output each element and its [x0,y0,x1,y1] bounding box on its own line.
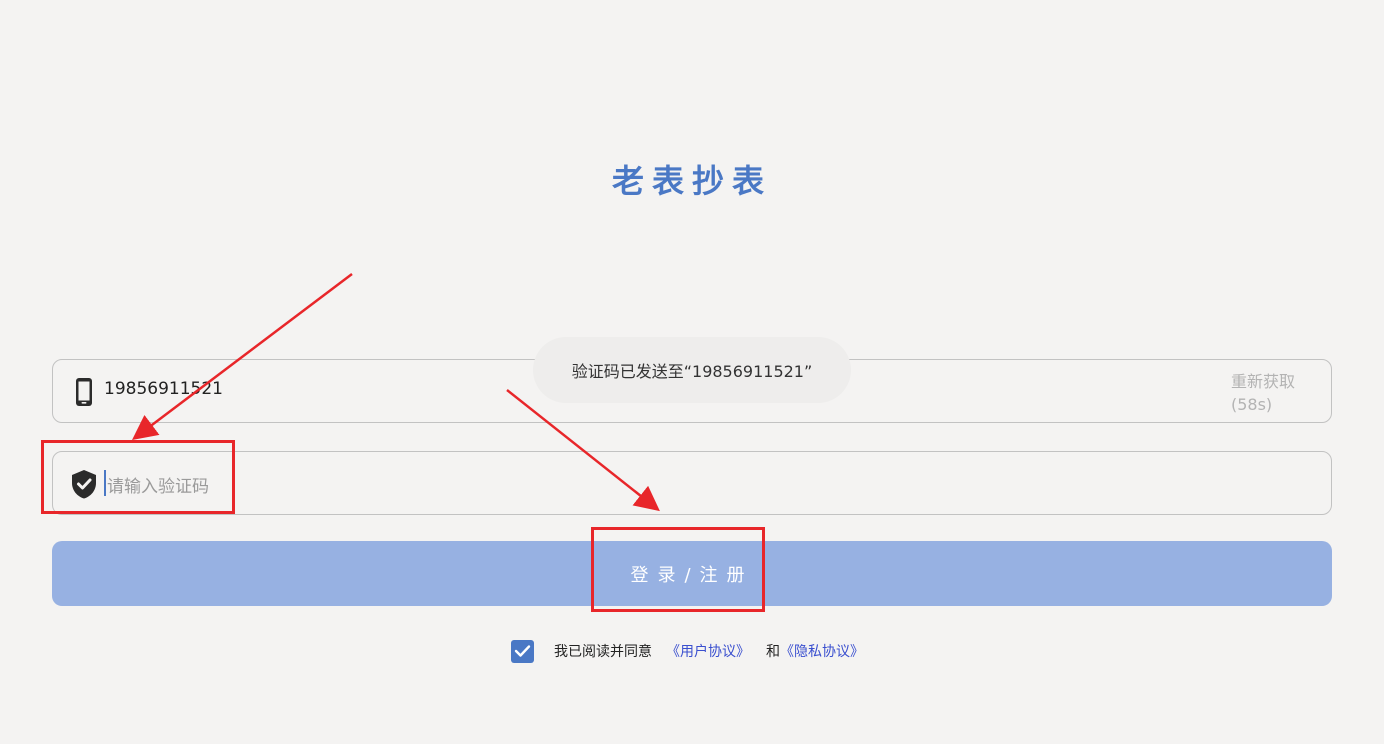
check-icon [514,645,531,657]
app-title: 老表抄表 [611,162,772,200]
text-caret [104,470,106,496]
toast-message: 验证码已发送至“19856911521” [533,337,851,403]
code-input-placeholder[interactable]: 请输入验证码 [107,472,209,497]
agreement-conjunction: 和 [766,644,780,660]
privacy-policy-link[interactable]: 《隐私协议》 [780,641,864,661]
agreement-row: 我已阅读并同意 《用户协议》 和 《隐私协议》 [511,638,864,664]
resend-code-button[interactable]: 重新获取 (58s) [1231,370,1295,416]
agreement-text: 我已阅读并同意 [554,644,652,660]
agreement-checkbox[interactable] [511,639,534,663]
shield-check-icon [72,470,96,499]
resend-countdown: (58s) [1230,395,1273,414]
login-register-button[interactable]: 登录/注册 [52,541,1332,606]
verification-code-field[interactable]: 请输入验证码 [52,451,1332,515]
phone-number-value[interactable]: 19856911521 [104,379,223,399]
user-agreement-link[interactable]: 《用户协议》 [666,641,750,661]
phone-icon [76,378,92,406]
resend-label: 重新获取 [1230,372,1295,391]
